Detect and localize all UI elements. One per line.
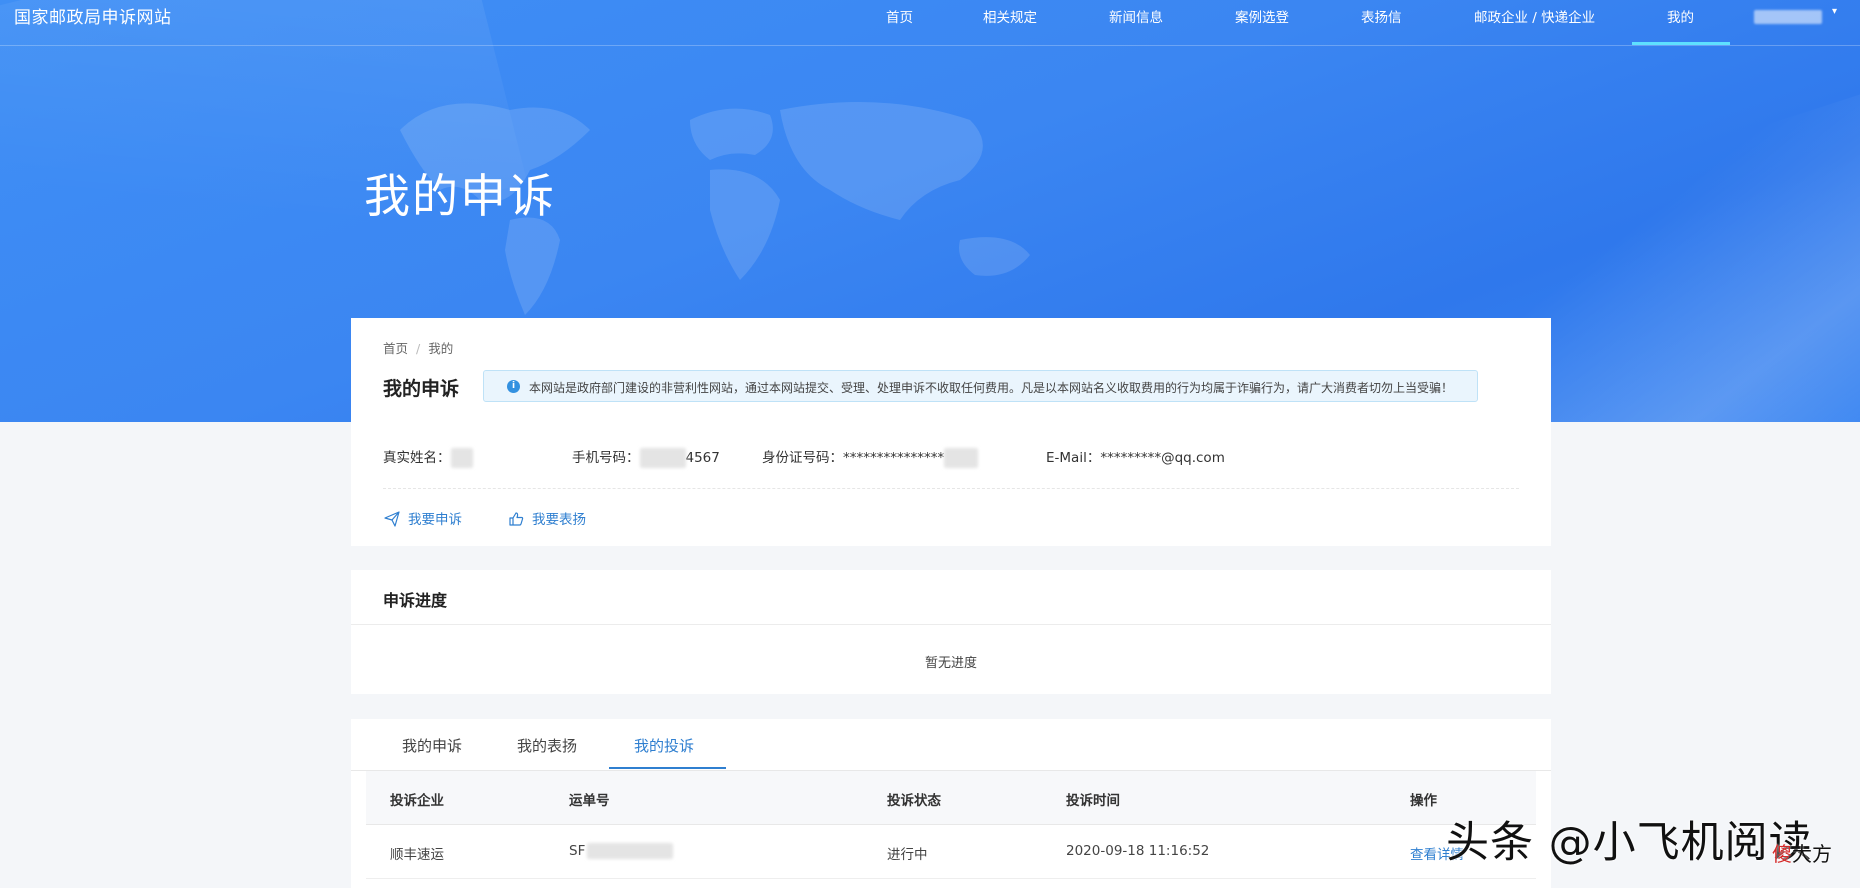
caret-down-icon[interactable]: ▾ bbox=[1832, 6, 1837, 17]
breadcrumb: 首页 / 我的 bbox=[383, 338, 453, 357]
column-header-action: 操作 bbox=[1410, 793, 1437, 809]
real-name-field: 真实姓名： bbox=[383, 446, 473, 468]
nav-active-indicator bbox=[1632, 42, 1730, 45]
page-title: 我的申诉 bbox=[364, 169, 556, 223]
column-header-status: 投诉状态 bbox=[887, 793, 941, 809]
profile-card: 首页 / 我的 我的申诉 i 本网站是政府部门建设的非营利性网站，通过本网站提交、受… bbox=[351, 318, 1551, 546]
phone-field: 手机号码： 4567 bbox=[572, 446, 720, 468]
divider bbox=[383, 488, 1519, 489]
id-number-label: 身份证号码： bbox=[762, 450, 843, 466]
top-navigation: 国家邮政局申诉网站 首页 相关规定 新闻信息 案例选登 表扬信 邮政企业 / 快… bbox=[0, 0, 1860, 46]
tab-my-complaints[interactable]: 我的投诉 bbox=[634, 735, 694, 756]
progress-empty-text: 暂无进度 bbox=[924, 656, 977, 671]
table-row: 顺丰速运 SF 进行中 2020-09-18 11:16:52 查看详情 bbox=[366, 825, 1536, 879]
progress-card: 申诉进度 暂无进度 bbox=[351, 570, 1551, 694]
real-name-value-redacted bbox=[450, 448, 473, 468]
id-number-redacted bbox=[944, 448, 979, 468]
tab-my-appeals[interactable]: 我的申诉 bbox=[402, 735, 462, 756]
progress-title: 申诉进度 bbox=[383, 591, 448, 610]
watermark-small-red: 傻 bbox=[1772, 842, 1792, 866]
email-field: E-Mail：*********@qq.com bbox=[1046, 446, 1225, 466]
nav-cases[interactable]: 案例选登 bbox=[1235, 6, 1289, 26]
divider bbox=[351, 624, 1551, 625]
email-value: *********@qq.com bbox=[1100, 450, 1225, 466]
cell-status: 进行中 bbox=[887, 847, 928, 863]
phone-label: 手机号码： bbox=[572, 450, 640, 466]
nav-news[interactable]: 新闻信息 bbox=[1109, 6, 1163, 26]
column-header-time: 投诉时间 bbox=[1066, 793, 1120, 809]
praise-button[interactable]: 我要表扬 bbox=[508, 508, 586, 528]
waybill-redacted bbox=[587, 843, 674, 859]
tab-my-praises[interactable]: 我的表扬 bbox=[517, 735, 577, 756]
nav-praise-letters[interactable]: 表扬信 bbox=[1361, 6, 1402, 26]
real-name-label: 真实姓名： bbox=[383, 450, 451, 466]
watermark: 头条 @小飞机阅读 bbox=[1446, 818, 1813, 868]
appeal-button-label: 我要申诉 bbox=[408, 512, 462, 528]
notice-banner: i 本网站是政府部门建设的非营利性网站，通过本网站提交、受理、处理申诉不收取任何… bbox=[483, 370, 1478, 402]
nav-mine[interactable]: 我的 bbox=[1667, 6, 1694, 26]
tab-active-indicator bbox=[609, 767, 726, 769]
column-header-company: 投诉企业 bbox=[390, 793, 444, 809]
records-card: 我的申诉 我的表扬 我的投诉 投诉企业 运单号 投诉状态 投诉时间 操作 顺丰速… bbox=[351, 719, 1551, 888]
info-icon: i bbox=[507, 380, 520, 393]
cell-waybill: SF bbox=[569, 843, 674, 859]
breadcrumb-separator: / bbox=[416, 341, 421, 356]
nav-home[interactable]: 首页 bbox=[886, 6, 913, 26]
waybill-prefix: SF bbox=[569, 843, 586, 859]
notice-text: 本网站是政府部门建设的非营利性网站，通过本网站提交、受理、处理申诉不收取任何费用… bbox=[529, 381, 1454, 395]
watermark-small-text: 大方 bbox=[1792, 842, 1832, 866]
cell-time: 2020-09-18 11:16:52 bbox=[1066, 843, 1210, 859]
watermark-small: 傻大方 bbox=[1772, 838, 1832, 867]
user-account-menu[interactable] bbox=[1754, 10, 1822, 24]
paper-plane-icon bbox=[384, 511, 400, 527]
breadcrumb-home[interactable]: 首页 bbox=[383, 341, 408, 356]
site-title[interactable]: 国家邮政局申诉网站 bbox=[14, 3, 172, 28]
breadcrumb-current: 我的 bbox=[428, 341, 454, 356]
phone-value-redacted bbox=[639, 448, 686, 468]
column-header-waybill: 运单号 bbox=[569, 793, 610, 809]
phone-suffix: 4567 bbox=[685, 450, 720, 466]
appeal-button[interactable]: 我要申诉 bbox=[384, 508, 462, 528]
id-number-value: *************** bbox=[843, 450, 945, 466]
email-label: E-Mail： bbox=[1046, 450, 1101, 466]
profile-section-title: 我的申诉 bbox=[383, 378, 460, 400]
nav-enterprises[interactable]: 邮政企业 / 快递企业 bbox=[1474, 6, 1595, 26]
cell-company: 顺丰速运 bbox=[390, 847, 444, 863]
praise-button-label: 我要表扬 bbox=[532, 512, 586, 528]
id-number-field: 身份证号码：*************** bbox=[762, 446, 979, 468]
nav-regulations[interactable]: 相关规定 bbox=[983, 6, 1037, 26]
thumbs-up-icon bbox=[509, 512, 524, 526]
table-header: 投诉企业 运单号 投诉状态 投诉时间 操作 bbox=[366, 771, 1536, 825]
